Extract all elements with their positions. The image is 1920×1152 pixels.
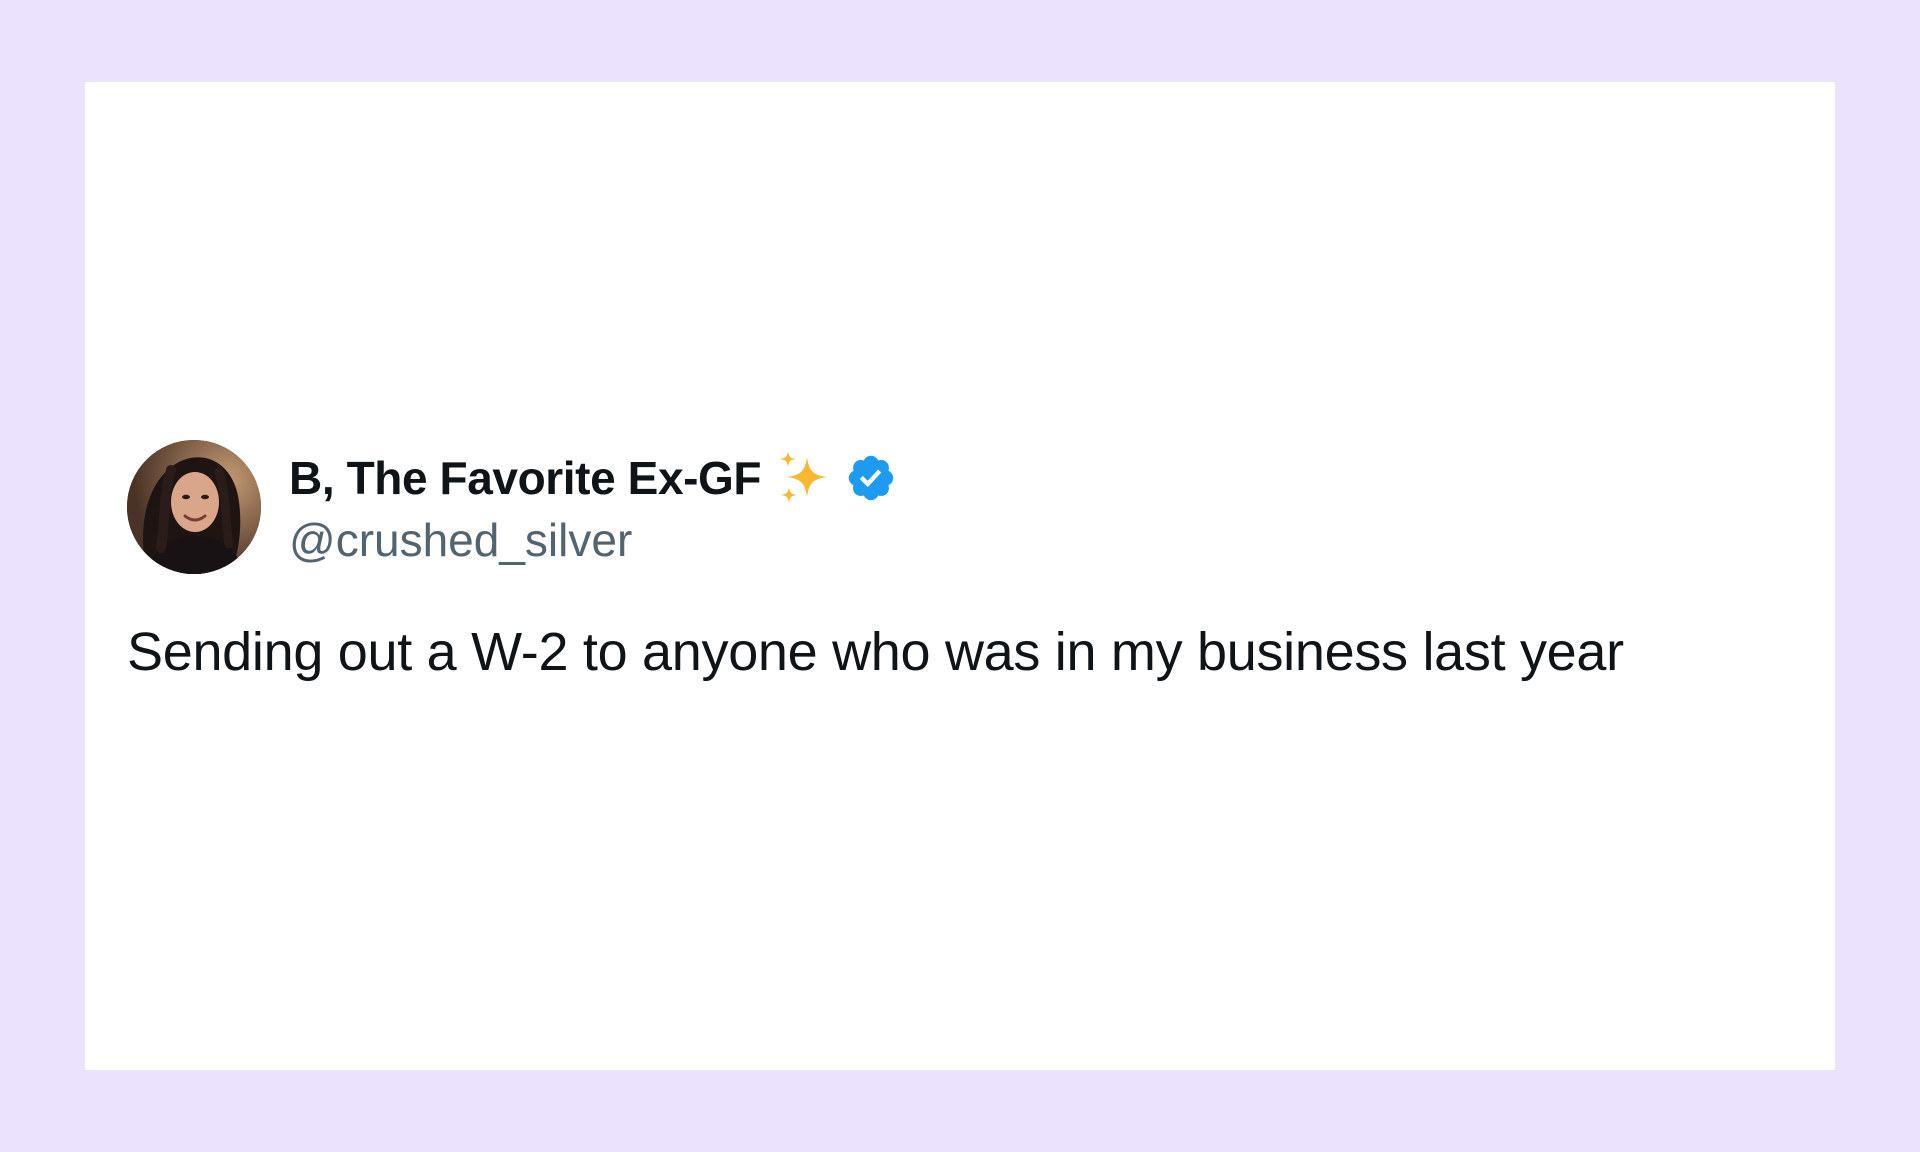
avatar-image [127, 440, 261, 574]
tweet-text: Sending out a W-2 to anyone who was in m… [127, 622, 1624, 682]
display-name[interactable]: B, The Favorite Ex-GF [289, 451, 762, 505]
user-handle[interactable]: @crushed_silver [289, 513, 897, 567]
verified-badge-icon[interactable] [845, 452, 897, 504]
sparkles-icon [775, 449, 833, 507]
tweet: B, The Favorite Ex-GF @crushed_silver Se… [127, 440, 1807, 685]
avatar[interactable] [127, 440, 261, 574]
tweet-header: B, The Favorite Ex-GF @crushed_silver [127, 440, 1807, 574]
user-identity: B, The Favorite Ex-GF @crushed_silver [289, 447, 897, 567]
tweet-card: B, The Favorite Ex-GF @crushed_silver Se… [85, 82, 1835, 1070]
name-row: B, The Favorite Ex-GF [289, 447, 897, 509]
